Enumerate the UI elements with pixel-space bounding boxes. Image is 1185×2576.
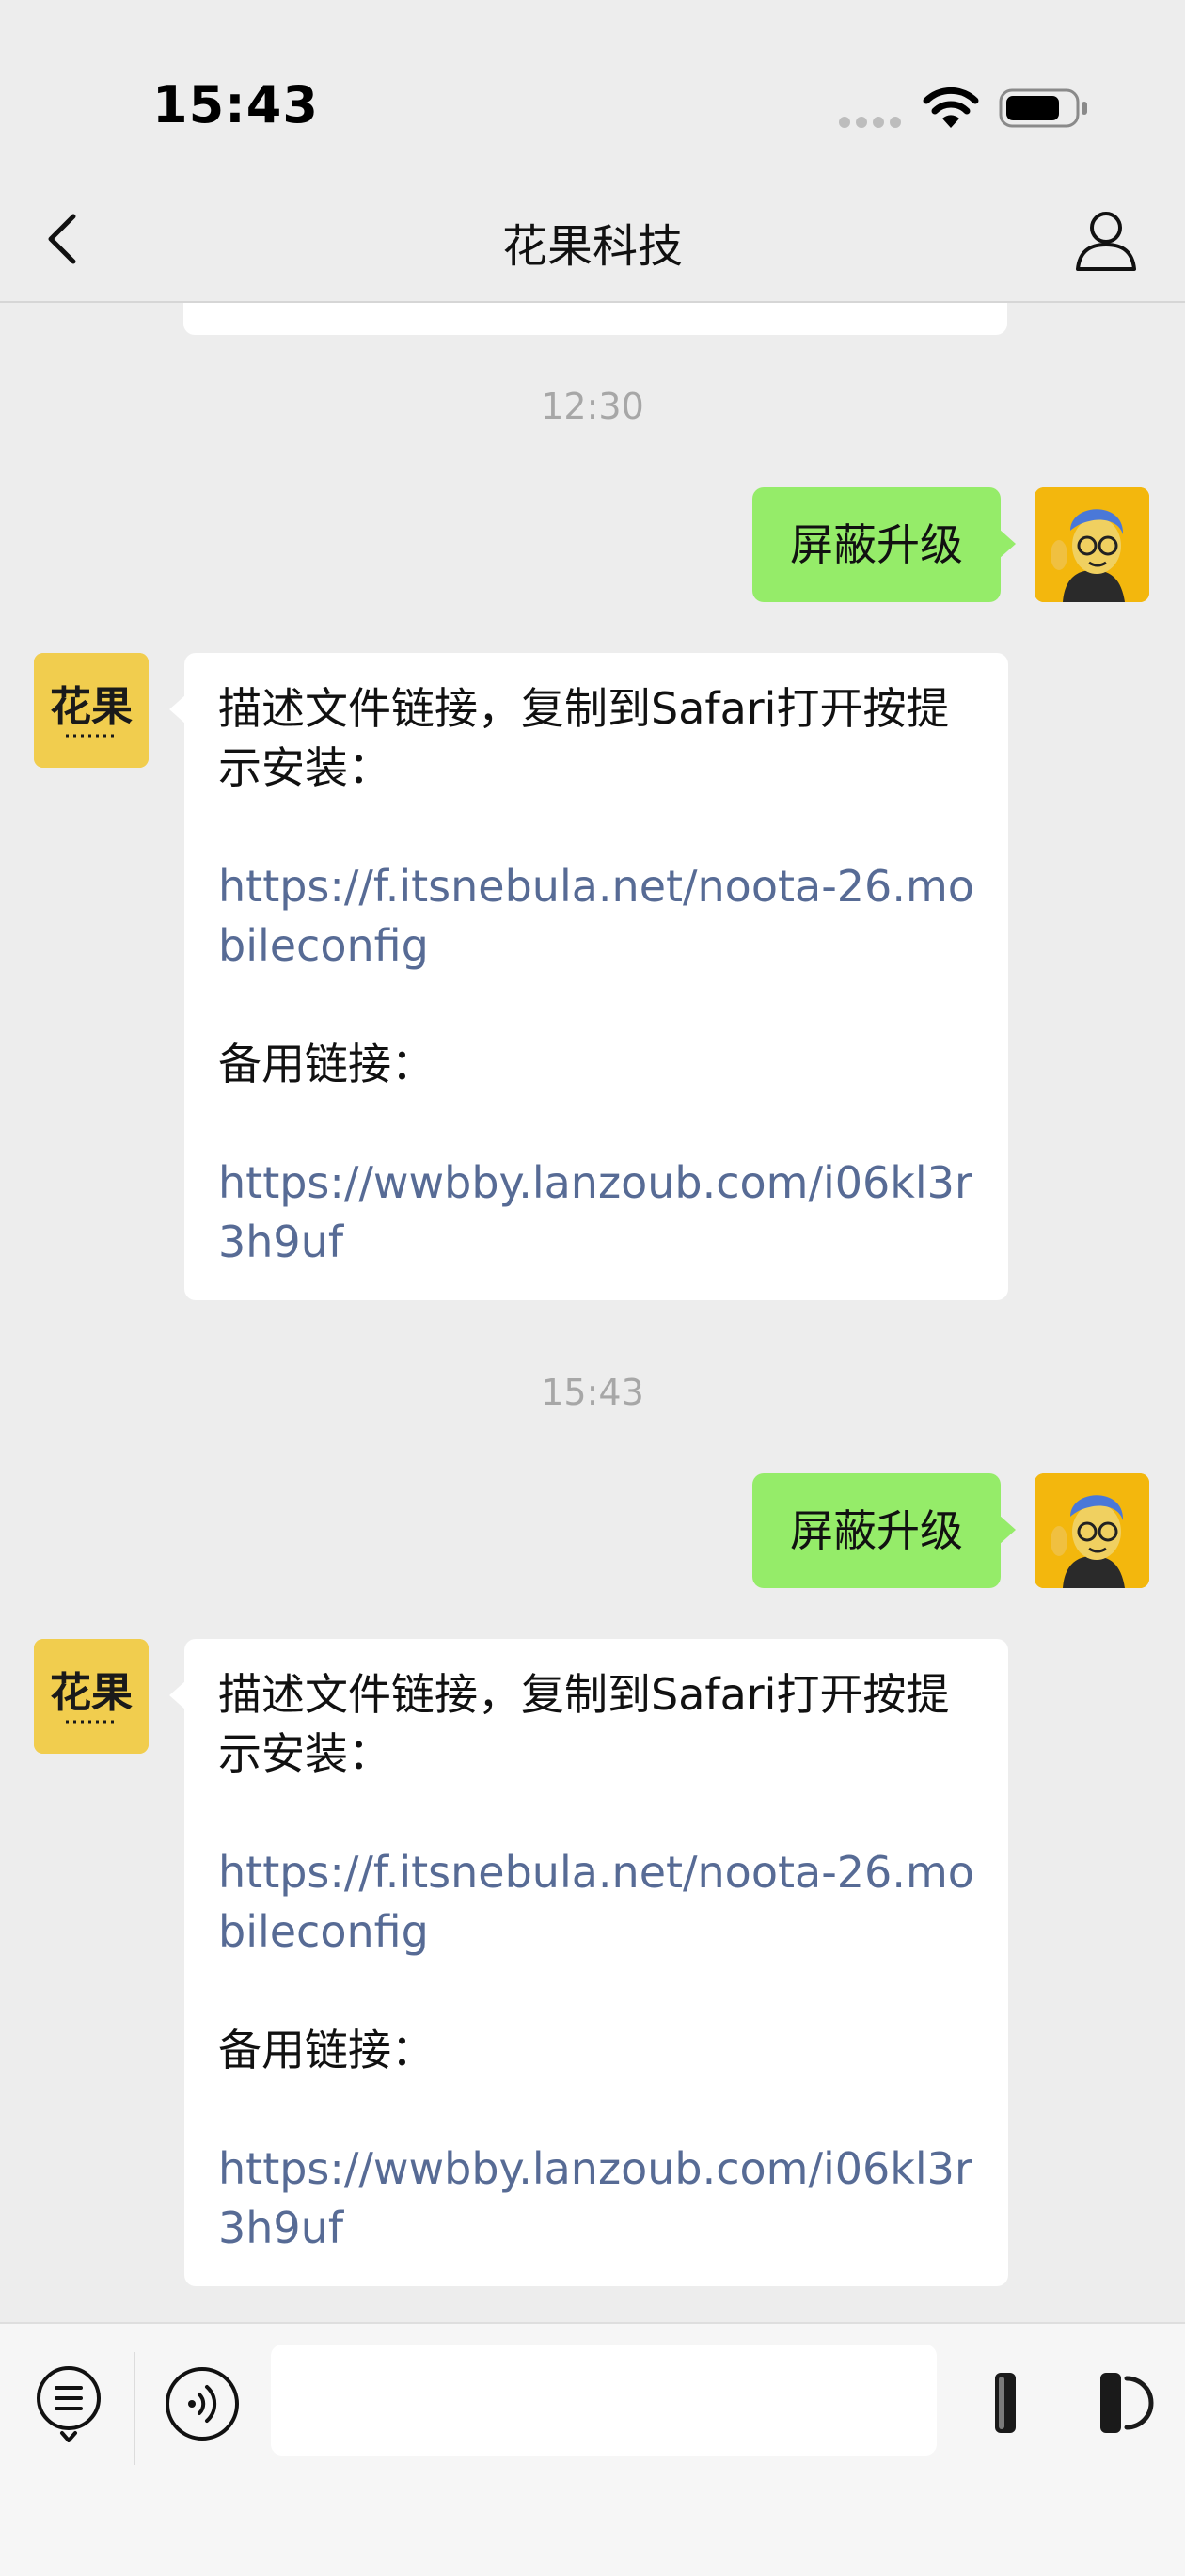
input-divider <box>134 2352 135 2465</box>
message-input-bar <box>0 2322 1185 2576</box>
my-avatar[interactable] <box>1035 1473 1149 1588</box>
battery-icon <box>999 88 1087 128</box>
previous-message-bubble <box>183 303 1007 335</box>
backup-download-link[interactable]: https://wwbby.lanzoub.com/i06kl3r3h9uf <box>218 1153 974 1272</box>
memoji-avatar-icon <box>1035 1473 1149 1588</box>
backup-link-label: 备用链接： <box>218 1039 434 1089</box>
svg-text:花果: 花果 <box>50 683 133 731</box>
cellular-signal-icon <box>839 117 901 128</box>
emoji-button-icon[interactable] <box>978 2365 1038 2441</box>
status-bar: 15:43 <box>0 0 1185 188</box>
contact-avatar[interactable]: 花果 <box>34 1639 149 1754</box>
message-text-input[interactable] <box>271 2345 937 2456</box>
status-time: 15:43 <box>152 75 319 135</box>
more-options-icon[interactable] <box>1089 2365 1155 2441</box>
chat-header: 花果科技 <box>0 188 1185 303</box>
my-avatar[interactable] <box>1035 487 1149 602</box>
sent-message-bubble[interactable]: 屏蔽升级 <box>752 1473 1016 1588</box>
message-intro-text: 描述文件链接，复制到Safari打开按提示安装： <box>218 683 950 793</box>
profile-icon[interactable] <box>1072 207 1140 275</box>
voice-input-icon[interactable] <box>164 2365 241 2442</box>
sent-message-bubble[interactable]: 屏蔽升级 <box>752 487 1016 602</box>
profile-download-link[interactable]: https://f.itsnebula.net/noota-26.mobilec… <box>218 1843 974 1962</box>
service-menu-icon[interactable] <box>34 2363 103 2442</box>
message-intro-text: 描述文件链接，复制到Safari打开按提示安装： <box>218 1669 950 1779</box>
svg-text:花果: 花果 <box>50 1669 133 1717</box>
contact-avatar[interactable]: 花果 <box>34 653 149 768</box>
chat-title: 花果科技 <box>501 220 683 273</box>
chat-message-list[interactable]: 12:30 屏蔽升级 花果 描述文件链接，复制到Safari打开按提示安装： h… <box>0 303 1185 2324</box>
message-timestamp: 12:30 <box>541 386 644 427</box>
received-message-bubble[interactable]: 描述文件链接，复制到Safari打开按提示安装： https://f.itsne… <box>169 1639 1008 2286</box>
memoji-avatar-icon <box>1035 487 1149 602</box>
received-message-bubble[interactable]: 描述文件链接，复制到Safari打开按提示安装： https://f.itsne… <box>169 653 1008 1300</box>
huaguo-logo: 花果 <box>34 653 149 768</box>
profile-download-link[interactable]: https://f.itsnebula.net/noota-26.mobilec… <box>218 857 974 976</box>
backup-download-link[interactable]: https://wwbby.lanzoub.com/i06kl3r3h9uf <box>218 2139 974 2258</box>
wifi-icon <box>923 87 979 128</box>
backup-link-label: 备用链接： <box>218 2025 434 2075</box>
message-timestamp: 15:43 <box>541 1372 644 1413</box>
huaguo-logo: 花果 <box>34 1639 149 1754</box>
